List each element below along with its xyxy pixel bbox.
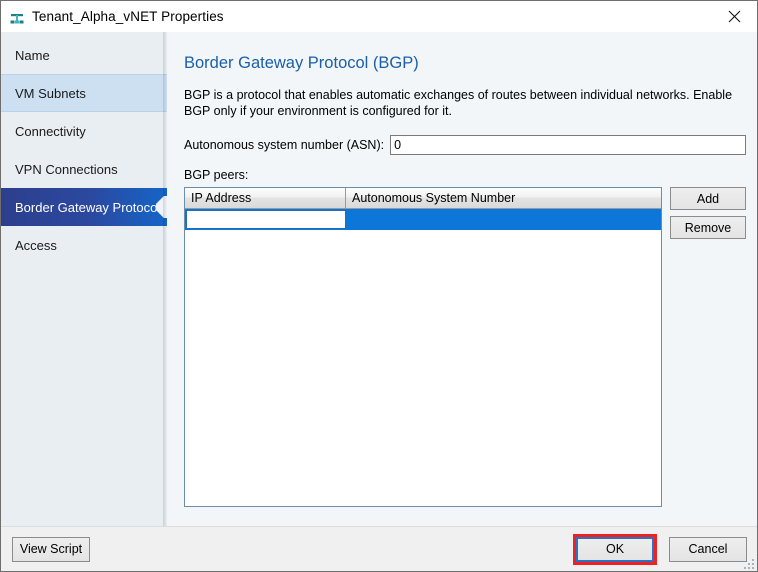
resize-grip[interactable]: [742, 557, 754, 569]
sidebar-item-label: Name: [15, 47, 50, 63]
page-description: BGP is a protocol that enables automatic…: [184, 88, 733, 118]
ok-button-highlight: OK: [573, 533, 657, 565]
window-title: Tenant_Alpha_vNET Properties: [32, 9, 224, 24]
sidebar-nav: Name VM Subnets Connectivity VPN Connect…: [1, 32, 171, 526]
footer-actions: OK Cancel: [573, 533, 747, 565]
table-row[interactable]: [185, 209, 661, 230]
sidebar-item-name[interactable]: Name: [1, 36, 167, 74]
sidebar-item-label: VM Subnets: [15, 85, 86, 101]
properties-dialog: Tenant_Alpha_vNET Properties Name VM Sub…: [0, 0, 758, 572]
network-vnet-icon: [9, 10, 25, 26]
page-title: Border Gateway Protocol (BGP): [184, 54, 419, 72]
sidebar-item-vpn-connections[interactable]: VPN Connections: [1, 150, 167, 188]
asn-input[interactable]: [390, 135, 746, 155]
sidebar-item-label: VPN Connections: [15, 161, 118, 177]
sidebar-item-vm-subnets[interactable]: VM Subnets: [1, 74, 167, 112]
table-side-buttons: Add Remove: [670, 187, 746, 245]
column-header-ip-address[interactable]: IP Address: [185, 188, 346, 209]
bgp-peers-area: IP Address Autonomous System Number Add …: [184, 187, 746, 507]
sidebar-item-label: Border Gateway Protocol...: [15, 199, 172, 215]
asn-row: Autonomous system number (ASN):: [184, 135, 746, 155]
dialog-body: Name VM Subnets Connectivity VPN Connect…: [1, 32, 757, 526]
asn-label: Autonomous system number (ASN):: [184, 138, 385, 152]
view-script-button[interactable]: View Script: [12, 536, 90, 562]
table-header-row: IP Address Autonomous System Number: [185, 188, 661, 209]
sidebar-item-label: Access: [15, 237, 57, 253]
close-icon[interactable]: [712, 1, 757, 32]
cancel-button[interactable]: Cancel: [669, 536, 747, 562]
remove-button[interactable]: Remove: [670, 216, 746, 239]
sidebar-item-connectivity[interactable]: Connectivity: [1, 112, 167, 150]
dialog-footer: View Script OK Cancel: [1, 526, 757, 571]
bgp-peers-table[interactable]: IP Address Autonomous System Number: [184, 187, 662, 507]
main-panel: Border Gateway Protocol (BGP) BGP is a p…: [167, 32, 757, 526]
bgp-peers-label: BGP peers:: [184, 168, 249, 182]
sidebar-item-label: Connectivity: [15, 123, 86, 139]
column-header-asn[interactable]: Autonomous System Number: [346, 188, 661, 209]
sidebar-item-access[interactable]: Access: [1, 226, 167, 264]
ok-button[interactable]: OK: [576, 536, 654, 562]
ip-address-cell-input[interactable]: [186, 210, 346, 229]
title-bar: Tenant_Alpha_vNET Properties: [1, 1, 757, 32]
sidebar-item-border-gateway-protocol[interactable]: Border Gateway Protocol...: [1, 188, 171, 226]
add-button[interactable]: Add: [670, 187, 746, 210]
